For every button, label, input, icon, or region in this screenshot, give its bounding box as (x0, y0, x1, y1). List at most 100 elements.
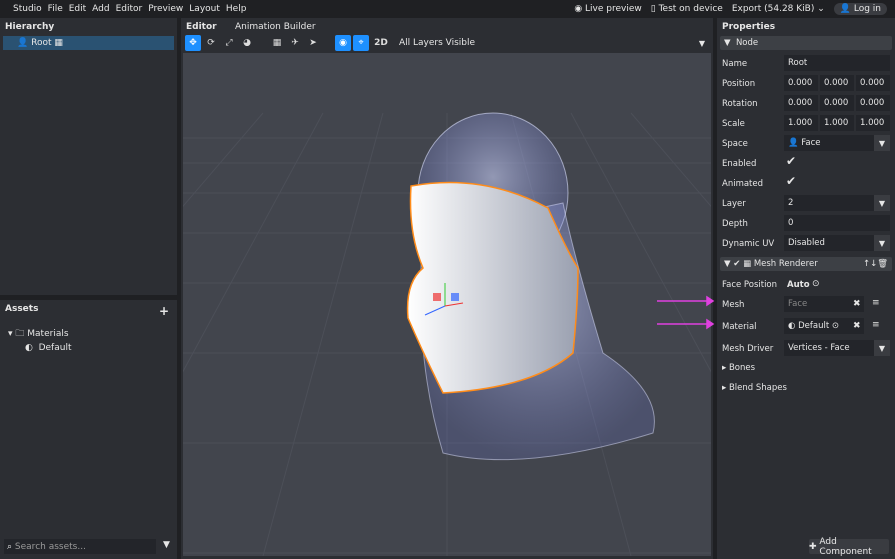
editor-panel: Editor Animation Builder ✥ ⟳ ⤢ ◕ ▦ ✈ ➤ ◉… (181, 18, 713, 559)
name-input[interactable]: Root (784, 55, 890, 71)
trash-icon[interactable]: 🗑 (877, 259, 888, 269)
face-position-label: Face Position (722, 280, 778, 290)
live-preview-button[interactable]: ◉ Live preview (574, 4, 641, 14)
layers-select[interactable]: All Layers Visible ▼ (393, 35, 710, 51)
face-tracking-icon[interactable]: ◉ (335, 35, 351, 51)
menu-editor[interactable]: Editor (113, 4, 146, 14)
layer-label: Layer (722, 199, 746, 209)
face-position-value[interactable]: Auto (787, 280, 810, 290)
mesh-driver-label: Mesh Driver (722, 344, 774, 354)
depth-input[interactable]: 0 (784, 215, 890, 231)
mesh-renderer-header[interactable]: ▼ ✔ ▦ Mesh Renderer ↑↓🗑 (720, 257, 892, 271)
mesh-driver-select[interactable]: Vertices - Face ▼ (784, 340, 890, 356)
position-x[interactable]: 0.000 (784, 75, 818, 91)
menu-edit[interactable]: Edit (66, 4, 89, 14)
dropdown-caret-icon: ▼ (874, 340, 890, 356)
viewport[interactable] (183, 53, 711, 556)
clear-icon[interactable]: ✖ (853, 321, 861, 331)
annotation-arrows (657, 295, 715, 330)
move-tool-icon[interactable]: ✥ (185, 35, 201, 51)
rotation-z[interactable]: 0.000 (856, 95, 890, 111)
add-asset-icon[interactable]: + (159, 304, 169, 318)
search-assets[interactable]: ⌕ Search assets... (4, 539, 156, 554)
mesh-label: Mesh (722, 300, 745, 310)
space-select[interactable]: 👤 Face ▼ (784, 135, 890, 151)
target-icon[interactable]: ⊙ (832, 321, 839, 331)
menu-file[interactable]: File (45, 4, 66, 14)
enabled-label: Enabled (722, 159, 757, 169)
position-z[interactable]: 0.000 (856, 75, 890, 91)
person-icon: 👤 (17, 38, 29, 48)
scale-y[interactable]: 1.000 (820, 115, 854, 131)
globe-icon[interactable]: ◕ (239, 35, 255, 51)
plus-icon: ✚ (809, 541, 817, 552)
menu-preview[interactable]: Preview (145, 4, 186, 14)
menu-studio[interactable]: Studio (10, 4, 45, 14)
test-device-button[interactable]: ▯ Test on device (651, 4, 723, 14)
menu-help[interactable]: Help (223, 4, 250, 14)
clear-icon[interactable]: ✖ (853, 299, 861, 309)
add-component-button[interactable]: ✚ Add Component (809, 537, 889, 557)
material-input[interactable]: ◐ Default ⊙ (784, 318, 864, 334)
hierarchy-item-root[interactable]: 👤 Root ▦ (3, 36, 174, 50)
navigate-icon[interactable]: ➤ (305, 35, 321, 51)
material-label: Material (722, 322, 757, 332)
grid-icon[interactable]: ▦ (269, 35, 285, 51)
enabled-checkbox[interactable]: ✔ (786, 154, 796, 168)
depth-label: Depth (722, 219, 748, 229)
scene-view (183, 112, 711, 556)
asset-default[interactable]: ◐ Default (25, 343, 71, 353)
collapse-icon: ▼ (724, 259, 731, 269)
dynamic-uv-label: Dynamic UV (722, 239, 775, 249)
filter-icon[interactable]: ▼ (163, 540, 170, 550)
menu-add[interactable]: Add (89, 4, 112, 14)
plane-icon[interactable]: ✈ (287, 35, 303, 51)
rotation-y[interactable]: 0.000 (820, 95, 854, 111)
user-icon: 👤 (839, 4, 854, 14)
scale-tool-icon[interactable]: ⤢ (221, 35, 237, 51)
dropdown-caret-icon: ▼ (874, 135, 890, 151)
target-icon[interactable]: ⊙ (812, 279, 820, 289)
eye-icon: ◉ (574, 4, 586, 14)
2d-toggle[interactable]: 2D (371, 35, 391, 51)
export-button[interactable]: Export (54.28 KiB) ⌄ (732, 4, 825, 14)
blend-shapes-section[interactable]: ▸ Blend Shapes (722, 383, 787, 393)
menu-bar: Studio File Edit Add Editor Preview Layo… (0, 0, 895, 18)
mesh-input[interactable]: Face (784, 296, 864, 312)
menu-icon[interactable]: ≡ (872, 320, 880, 330)
person-icon: 👤 (788, 138, 799, 148)
phone-icon: ▯ (650, 4, 659, 14)
tab-animation-builder[interactable]: Animation Builder (235, 22, 316, 32)
dynamic-uv-select[interactable]: Disabled ▼ (784, 235, 890, 251)
folder-icon: 🗀 (15, 329, 25, 339)
layer-select[interactable]: 2 ▼ (784, 195, 890, 211)
move-up-icon[interactable]: ↑ (863, 259, 870, 269)
position-y[interactable]: 0.000 (820, 75, 854, 91)
component-actions: ↑↓🗑 (863, 259, 888, 269)
menu-layout[interactable]: Layout (186, 4, 223, 14)
name-label: Name (722, 59, 748, 69)
grid-icon: ▦ (743, 259, 752, 269)
rotation-x[interactable]: 0.000 (784, 95, 818, 111)
login-button[interactable]: 👤 Log in (833, 3, 887, 15)
node-section-header[interactable]: ▼ Node (720, 36, 892, 50)
scale-z[interactable]: 1.000 (856, 115, 890, 131)
menu-icon[interactable]: ≡ (872, 298, 880, 308)
folder-materials[interactable]: ▾ 🗀 Materials (8, 326, 69, 342)
grid-icon: ▦ (54, 38, 63, 48)
tab-editor[interactable]: Editor (186, 22, 217, 32)
target-icon[interactable]: ⌖ (353, 35, 369, 51)
collapse-icon: ▼ (724, 38, 731, 48)
dropdown-caret-icon: ▼ (874, 195, 890, 211)
chevron-down-icon: ⌄ (817, 4, 825, 14)
rotate-tool-icon[interactable]: ⟳ (203, 35, 219, 51)
bones-section[interactable]: ▸ Bones (722, 363, 755, 373)
properties-title: Properties (722, 22, 776, 32)
scale-x[interactable]: 1.000 (784, 115, 818, 131)
position-label: Position (722, 79, 756, 89)
assets-panel: Assets + ▾ 🗀 Materials ◐ Default ⌕ Searc… (0, 300, 177, 559)
hierarchy-panel: Hierarchy 👤 Root ▦ (0, 18, 177, 295)
check-icon[interactable]: ✔ (733, 259, 740, 269)
animated-checkbox[interactable]: ✔ (786, 174, 796, 188)
hierarchy-title: Hierarchy (5, 22, 55, 32)
